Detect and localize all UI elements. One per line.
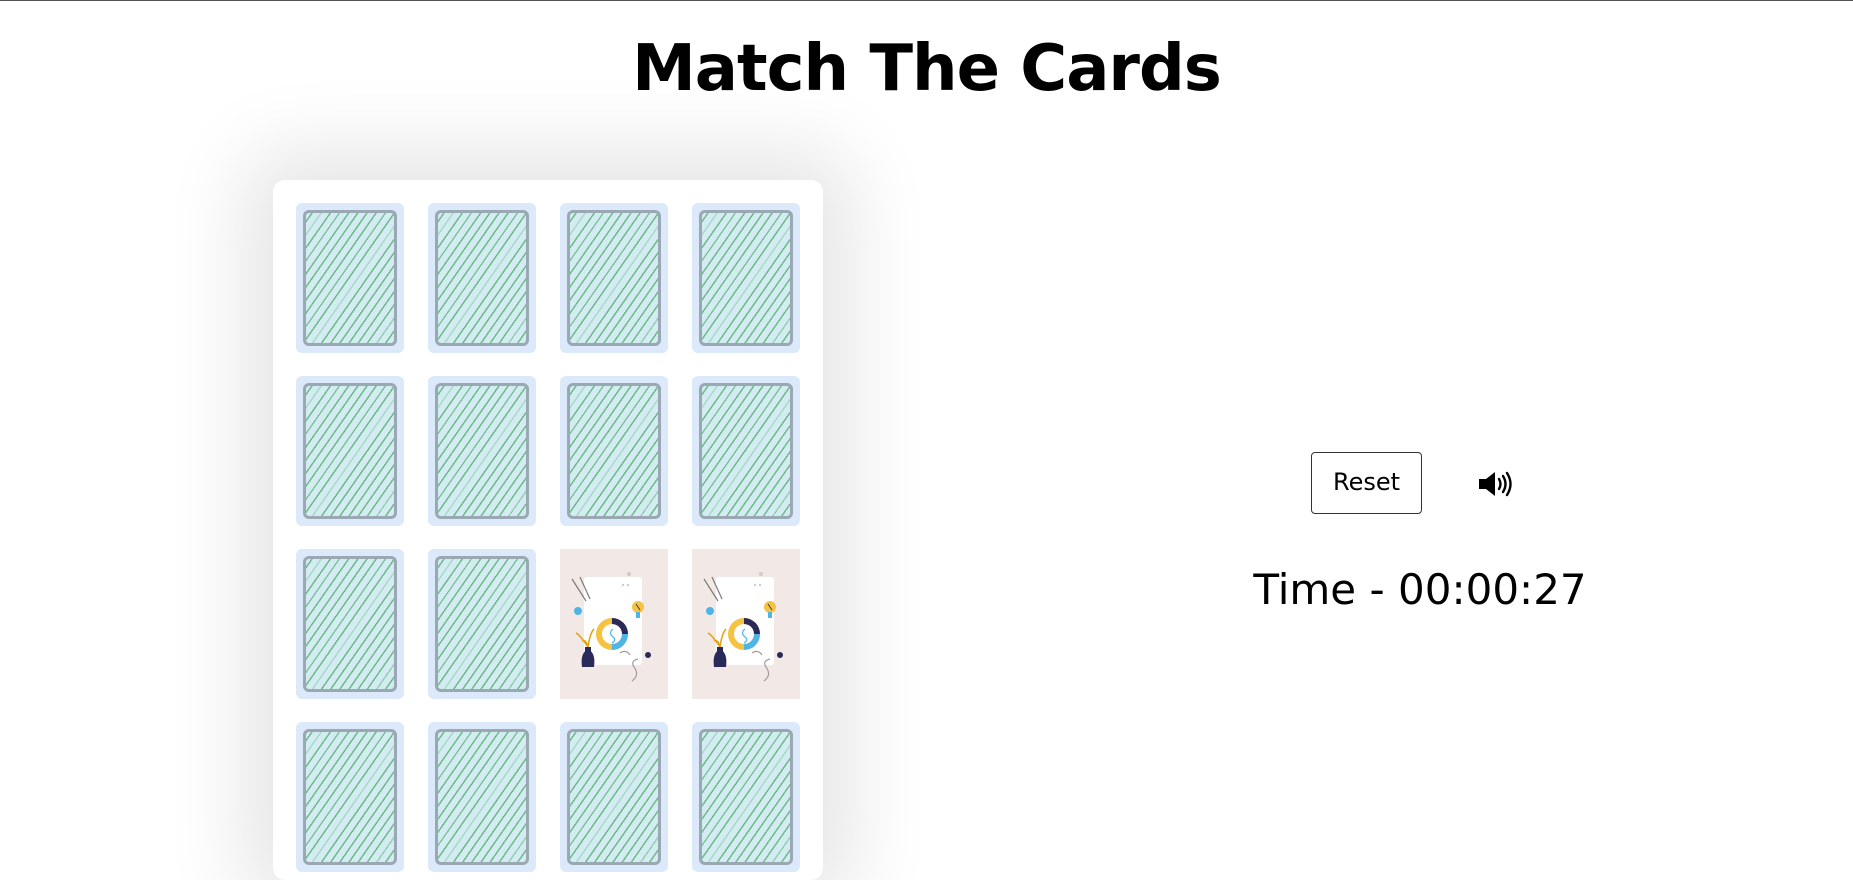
card-face-down[interactable] [296,722,404,872]
lightbulb-chart-illustration-icon [560,549,668,699]
card-face-down[interactable] [296,376,404,526]
card-back-pattern [435,556,529,692]
card-back-pattern [567,210,661,346]
card-face-down[interactable] [428,549,536,699]
card-back-pattern [567,383,661,519]
card-face-up[interactable] [560,549,668,699]
card-face-down[interactable] [560,722,668,872]
card-board [273,180,823,880]
card-back-pattern [567,729,661,865]
card-back-pattern [303,556,397,692]
card-face-up[interactable] [692,549,800,699]
card-back-pattern [435,210,529,346]
card-face-down[interactable] [428,376,536,526]
card-face-down[interactable] [560,203,668,353]
card-face-down[interactable] [296,549,404,699]
top-divider [0,0,1853,1]
card-face-down[interactable] [692,203,800,353]
timer-display: Time - 00:00:27 [1253,565,1587,614]
card-face-down[interactable] [692,722,800,872]
card-back-pattern [699,383,793,519]
card-face-down[interactable] [428,722,536,872]
speaker-volume-icon[interactable] [1477,469,1513,499]
lightbulb-chart-illustration-icon [692,549,800,699]
card-back-pattern [303,210,397,346]
page-title: Match The Cards [632,32,1222,106]
card-face-down[interactable] [692,376,800,526]
card-back-pattern [699,729,793,865]
card-back-pattern [435,729,529,865]
card-back-pattern [303,383,397,519]
card-face-down[interactable] [296,203,404,353]
card-face-down[interactable] [560,376,668,526]
card-face-down[interactable] [428,203,536,353]
card-back-pattern [699,210,793,346]
card-back-pattern [303,729,397,865]
reset-button[interactable]: Reset [1311,452,1422,514]
card-back-pattern [435,383,529,519]
controls-panel: Reset [1311,452,1611,522]
